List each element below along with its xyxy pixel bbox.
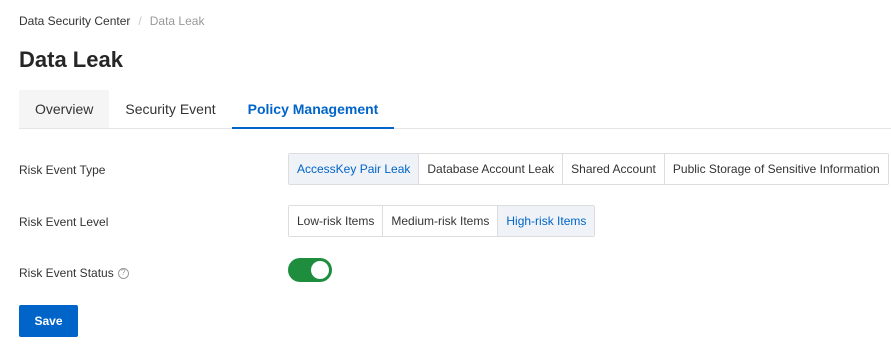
option-high-risk-items[interactable]: High-risk Items — [497, 206, 595, 236]
option-database-account-leak[interactable]: Database Account Leak — [418, 154, 563, 184]
option-accesskey-pair-leak[interactable]: AccessKey Pair Leak — [289, 154, 419, 184]
tab-policy-management[interactable]: Policy Management — [231, 90, 395, 129]
policy-management-page: Data Security Center / Data Leak Data Le… — [0, 0, 891, 351]
option-shared-account[interactable]: Shared Account — [562, 154, 664, 184]
risk-event-type-label-text: Risk Event Type — [19, 163, 106, 177]
question-circle-icon[interactable]: ? — [117, 267, 129, 279]
risk-event-level-selector: Low-risk Items Medium-risk Items High-ri… — [288, 205, 596, 237]
breadcrumb: Data Security Center / Data Leak — [19, 13, 204, 29]
risk-event-level-label: Risk Event Level — [19, 212, 108, 232]
tab-bar: Overview Security Event Policy Managemen… — [19, 90, 891, 129]
tab-security-event[interactable]: Security Event — [109, 90, 232, 128]
breadcrumb-item-data-leak: Data Leak — [149, 14, 205, 28]
option-medium-risk-items[interactable]: Medium-risk Items — [382, 206, 498, 236]
save-button[interactable]: Save — [19, 305, 78, 337]
risk-event-status-label-text: Risk Event Status — [19, 266, 114, 280]
risk-event-status-label: Risk Event Status ? — [19, 263, 129, 283]
option-public-storage-sensitive-info[interactable]: Public Storage of Sensitive Information — [663, 154, 888, 184]
option-low-risk-items[interactable]: Low-risk Items — [289, 206, 383, 236]
breadcrumb-item-data-security-center[interactable]: Data Security Center — [19, 13, 130, 29]
risk-event-type-selector: AccessKey Pair Leak Database Account Lea… — [288, 153, 889, 185]
toggle-knob — [311, 261, 329, 279]
risk-event-type-label: Risk Event Type — [19, 160, 105, 180]
breadcrumb-separator: / — [138, 14, 142, 28]
risk-event-level-label-text: Risk Event Level — [19, 215, 109, 229]
tab-overview[interactable]: Overview — [19, 90, 110, 128]
page-title: Data Leak — [19, 47, 123, 72]
risk-event-status-toggle[interactable] — [288, 258, 332, 282]
